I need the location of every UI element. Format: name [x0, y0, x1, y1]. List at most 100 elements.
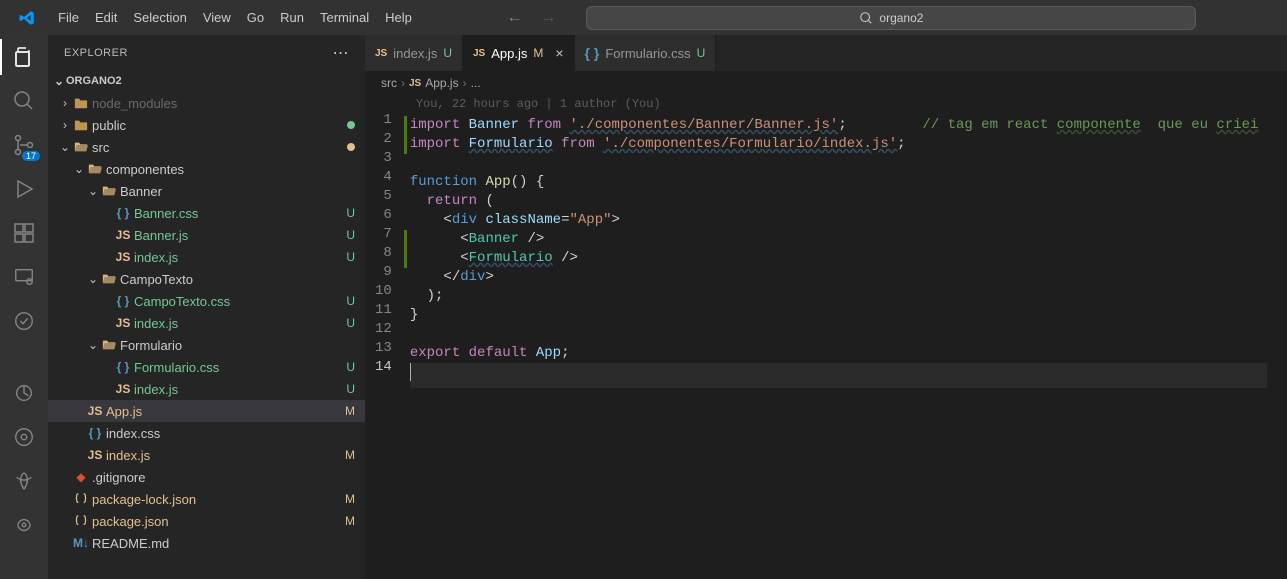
tree-folder[interactable]: ›public [48, 114, 365, 136]
css-file-icon: { } [114, 206, 132, 220]
extensions-icon[interactable] [10, 219, 38, 247]
tree-item-label: componentes [106, 162, 355, 177]
menu-item-selection[interactable]: Selection [125, 6, 194, 29]
tree-item-label: Banner [120, 184, 355, 199]
code-line[interactable]: <Banner /> [410, 230, 1267, 249]
nav-forward-icon[interactable]: → [540, 9, 556, 27]
tree-file[interactable]: JSindex.jsU [48, 378, 365, 400]
code-line[interactable]: } [410, 306, 1267, 325]
line-number: 9 [375, 263, 392, 282]
search-activity-icon[interactable] [10, 87, 38, 115]
code-line[interactable]: ); [410, 287, 1267, 306]
menu-item-file[interactable]: File [50, 6, 87, 29]
tree-file[interactable]: JSindex.jsM [48, 444, 365, 466]
tab-git-status: U [697, 46, 706, 60]
git-status-letter: U [341, 206, 355, 220]
code-line[interactable] [410, 154, 1267, 173]
git-status-letter: U [341, 360, 355, 374]
remote-explorer-icon[interactable] [10, 263, 38, 291]
tree-file[interactable]: JSApp.jsM [48, 400, 365, 422]
tree-file[interactable]: { }index.css [48, 422, 365, 444]
explorer-icon[interactable] [10, 43, 38, 71]
breadcrumbs[interactable]: src › JS App.js › ... [365, 71, 1287, 95]
gitlens-icon[interactable] [10, 379, 38, 407]
menu-item-view[interactable]: View [195, 6, 239, 29]
code-line[interactable]: function App() { [410, 173, 1267, 192]
run-debug-icon[interactable] [10, 175, 38, 203]
code-line[interactable]: </div> [410, 268, 1267, 287]
line-number: 10 [375, 282, 392, 301]
chevron-down-icon[interactable]: ⌄ [86, 184, 100, 198]
breadcrumb-item[interactable]: src [381, 76, 397, 90]
tree-file[interactable]: { }CampoTexto.cssU [48, 290, 365, 312]
tree-folder[interactable]: ⌄ componentes [48, 158, 365, 180]
tree-item-label: CampoTexto.css [134, 294, 341, 309]
editor-area: JSindex.jsUJSApp.jsM×{ }Formulario.cssU … [365, 35, 1287, 579]
editor-tab[interactable]: JSApp.jsM× [463, 35, 575, 71]
chevron-down-icon[interactable]: ⌄ [72, 162, 86, 176]
tree-file[interactable]: package.jsonM [48, 510, 365, 532]
tree-item-label: .gitignore [92, 470, 355, 485]
tree-file[interactable]: { }Banner.cssU [48, 202, 365, 224]
code-line[interactable] [410, 363, 1267, 388]
environment-icon[interactable] [10, 467, 38, 495]
git-status-dot [347, 143, 355, 151]
menu-item-help[interactable]: Help [377, 6, 420, 29]
close-icon[interactable]: × [549, 45, 563, 61]
editor-tab[interactable]: { }Formulario.cssU [575, 35, 717, 71]
editor-tab[interactable]: JSindex.jsU [365, 35, 463, 71]
git-status-letter: M [341, 404, 355, 418]
code-line[interactable]: <div className="App"> [410, 211, 1267, 230]
chevron-right-icon[interactable]: › [58, 96, 72, 110]
js-file-icon: JS [114, 382, 132, 396]
tree-folder[interactable]: ⌄Formulario [48, 334, 365, 356]
tree-file[interactable]: package-lock.jsonM [48, 488, 365, 510]
sidebar-more-icon[interactable]: ⋯ [333, 43, 350, 63]
source-control-icon[interactable]: 17 [10, 131, 38, 159]
menu-item-run[interactable]: Run [272, 6, 312, 29]
folder-open-icon [100, 272, 118, 286]
code-line[interactable]: return ( [410, 192, 1267, 211]
js-file-icon: JS [86, 448, 104, 462]
tab-label: App.js [491, 46, 527, 61]
code-editor[interactable]: You, 22 hours ago | 1 author (You)import… [410, 95, 1287, 579]
tree-folder[interactable]: ⌄src [48, 136, 365, 158]
tree-file[interactable]: JSBanner.jsU [48, 224, 365, 246]
chevron-right-icon[interactable]: › [58, 118, 72, 132]
tree-file[interactable]: ◆.gitignore [48, 466, 365, 488]
git-status-letter: M [341, 448, 355, 462]
tree-folder[interactable]: ⌄ Banner [48, 180, 365, 202]
menu-item-terminal[interactable]: Terminal [312, 6, 377, 29]
menu-item-go[interactable]: Go [239, 6, 272, 29]
chevron-down-icon[interactable]: ⌄ [86, 272, 100, 286]
nav-back-icon[interactable]: ← [506, 9, 522, 27]
menu-item-edit[interactable]: Edit [87, 6, 125, 29]
tree-folder[interactable]: ⌄CampoTexto [48, 268, 365, 290]
breadcrumb-item[interactable]: ... [471, 76, 481, 90]
code-line[interactable]: export default App; [410, 344, 1267, 363]
tree-item-label: index.css [106, 426, 355, 441]
testing-icon[interactable] [10, 307, 38, 335]
sidebar-title: EXPLORER [64, 47, 128, 59]
command-center-search[interactable]: organo2 [586, 6, 1196, 30]
explorer-folder-header[interactable]: ⌄ ORGANO2 [48, 70, 365, 92]
tree-item-label: index.js [106, 448, 341, 463]
breadcrumb-item[interactable]: App.js [425, 76, 458, 90]
code-line[interactable]: <Formulario /> [410, 249, 1267, 268]
tree-file[interactable]: JSindex.jsU [48, 312, 365, 334]
chevron-down-icon[interactable]: ⌄ [58, 140, 72, 154]
chevron-down-icon[interactable]: ⌄ [86, 338, 100, 352]
line-number: 11 [375, 301, 392, 320]
tree-file[interactable]: { }Formulario.cssU [48, 356, 365, 378]
line-number-gutter: 1234567891011121314 [365, 95, 410, 579]
code-line[interactable]: import Formulario from './componentes/Fo… [410, 135, 1267, 154]
tree-folder[interactable]: ›node_modules [48, 92, 365, 114]
js-file-icon: JS [114, 250, 132, 264]
live-share-icon[interactable] [10, 511, 38, 539]
code-line[interactable]: import Banner from './componentes/Banner… [410, 116, 1267, 135]
git-file-icon: ◆ [72, 470, 90, 484]
live-preview-icon[interactable] [10, 423, 38, 451]
tree-file[interactable]: JSindex.jsU [48, 246, 365, 268]
tree-file[interactable]: M↓README.md [48, 532, 365, 554]
code-line[interactable] [410, 325, 1267, 344]
